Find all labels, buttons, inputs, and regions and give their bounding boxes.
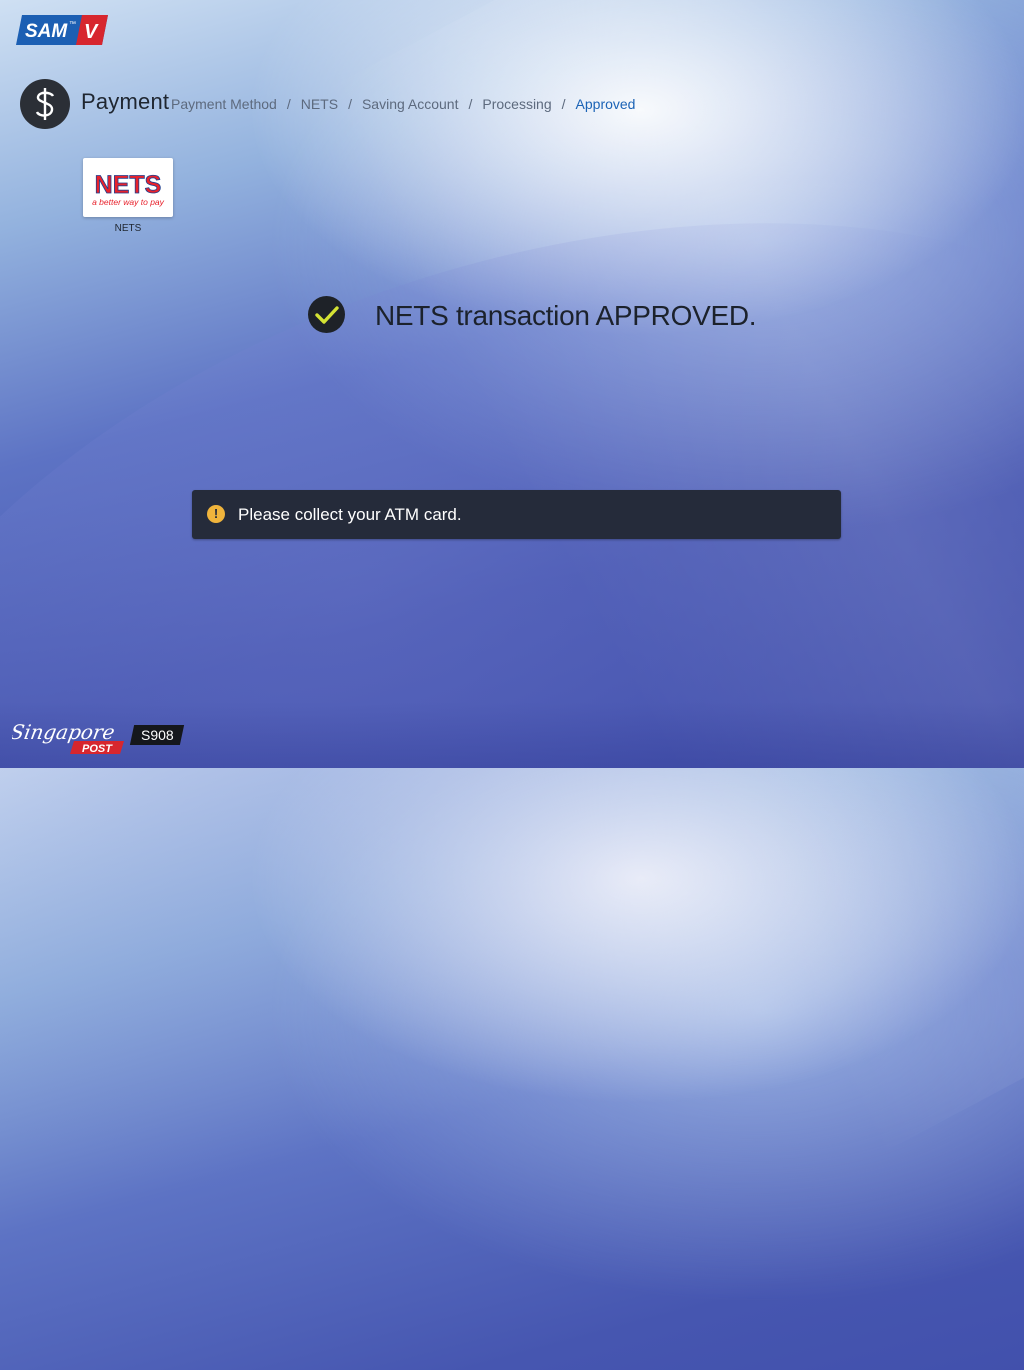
warning-icon: ! [207,505,225,523]
breadcrumb-separator: / [286,96,291,112]
svg-text:V: V [84,21,99,43]
page-title: Payment [81,89,170,114]
sam-logo: SAM ™ V [16,15,108,45]
svg-text:a better way to pay: a better way to pay [92,197,165,207]
svg-text:NETS: NETS [95,171,162,199]
dollar-icon [20,79,70,129]
nets-logo: NETS a better way to pay [92,171,165,207]
svg-text:POST: POST [82,743,113,755]
background-highlight [314,0,1024,1156]
breadcrumb-item-approved: Approved [575,96,636,112]
singapore-post-logo: Singapore POST [12,720,124,755]
approved-message: NETS transaction APPROVED. [375,300,757,331]
breadcrumb-item-saving-account: Saving Account [361,96,459,112]
breadcrumb-item-processing: Processing [482,96,552,112]
breadcrumb-item-nets: NETS [300,96,339,112]
breadcrumb: Payment Method / NETS / Saving Account /… [171,96,635,112]
nets-label: NETS [114,223,142,234]
nets-payment-card: NETS a better way to pay [83,158,173,217]
kiosk-id-text: S908 [140,727,174,743]
breadcrumb-item-payment-method: Payment Method [171,96,277,112]
notice-message: Please collect your ATM card. [238,505,462,524]
svg-text:™: ™ [69,21,76,28]
notice-bar: ! Please collect your ATM card. [192,490,841,539]
kiosk-id-badge: S908 [129,725,185,745]
check-circle-icon [308,296,345,333]
svg-text:Singapore: Singapore [12,720,117,744]
svg-text:SAM: SAM [25,21,68,42]
breadcrumb-separator: / [348,96,352,112]
breadcrumb-separator: / [561,96,566,112]
breadcrumb-separator: / [468,96,473,112]
